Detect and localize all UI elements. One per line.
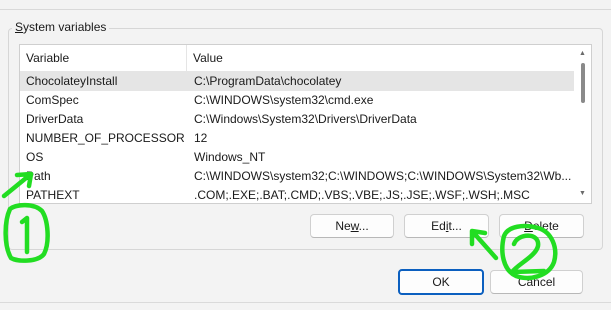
table-row[interactable]: ChocolateyInstall C:\ProgramData\chocola… bbox=[20, 72, 574, 91]
ok-button[interactable]: OK bbox=[398, 269, 484, 295]
list-header: Variable Value bbox=[20, 45, 574, 72]
variable-value: C:\Windows\System32\Drivers\DriverData bbox=[194, 112, 417, 126]
variable-name: ComSpec bbox=[26, 93, 79, 107]
system-variables-list[interactable]: Variable Value ChocolateyInstall C:\Prog… bbox=[19, 44, 592, 204]
variable-value: Windows_NT bbox=[194, 150, 266, 164]
table-row[interactable]: DriverData C:\Windows\System32\Drivers\D… bbox=[20, 110, 574, 129]
dialog-bottom-edge bbox=[0, 302, 611, 303]
table-row[interactable]: OS Windows_NT bbox=[20, 148, 574, 167]
variable-name: ChocolateyInstall bbox=[26, 74, 118, 88]
variable-value: C:\WINDOWS\system32;C:\WINDOWS;C:\WINDOW… bbox=[194, 169, 572, 183]
column-header-value[interactable]: Value bbox=[187, 45, 574, 71]
scroll-down-arrow-icon[interactable]: ▼ bbox=[574, 187, 591, 201]
variable-name: NUMBER_OF_PROCESSORS bbox=[26, 131, 184, 145]
variable-name: DriverData bbox=[26, 112, 84, 126]
cancel-button[interactable]: Cancel bbox=[490, 270, 583, 294]
vertical-scrollbar[interactable]: ▲ ▼ bbox=[574, 45, 591, 203]
variable-name: OS bbox=[26, 150, 44, 164]
scroll-up-arrow-icon[interactable]: ▲ bbox=[574, 47, 591, 61]
edit-button[interactable]: Edit... bbox=[404, 214, 489, 238]
delete-button[interactable]: Delete bbox=[499, 214, 584, 238]
table-row[interactable]: Path C:\WINDOWS\system32;C:\WINDOWS;C:\W… bbox=[20, 167, 574, 186]
system-variables-title: System variables bbox=[12, 20, 110, 34]
variable-value: 12 bbox=[194, 131, 208, 145]
table-row[interactable]: ComSpec C:\WINDOWS\system32\cmd.exe bbox=[20, 91, 574, 110]
column-header-variable[interactable]: Variable bbox=[20, 45, 187, 71]
variable-name: Path bbox=[26, 169, 51, 183]
variable-value: C:\ProgramData\chocolatey bbox=[194, 74, 342, 88]
variable-name: PATHEXT bbox=[26, 188, 80, 202]
variable-value: .COM;.EXE;.BAT;.CMD;.VBS;.VBE;.JS;.JSE;.… bbox=[194, 188, 530, 202]
new-button[interactable]: New... bbox=[310, 214, 394, 238]
environment-variables-dialog: System variables Variable Value Chocolat… bbox=[0, 0, 611, 310]
list-rows: ChocolateyInstall C:\ProgramData\chocola… bbox=[20, 72, 574, 203]
table-row[interactable]: PATHEXT .COM;.EXE;.BAT;.CMD;.VBS;.VBE;.J… bbox=[20, 186, 574, 203]
user-variables-section-edge bbox=[0, 0, 611, 10]
variable-value: C:\WINDOWS\system32\cmd.exe bbox=[194, 93, 374, 107]
scroll-thumb[interactable] bbox=[581, 63, 585, 103]
table-row[interactable]: NUMBER_OF_PROCESSORS 12 bbox=[20, 129, 574, 148]
